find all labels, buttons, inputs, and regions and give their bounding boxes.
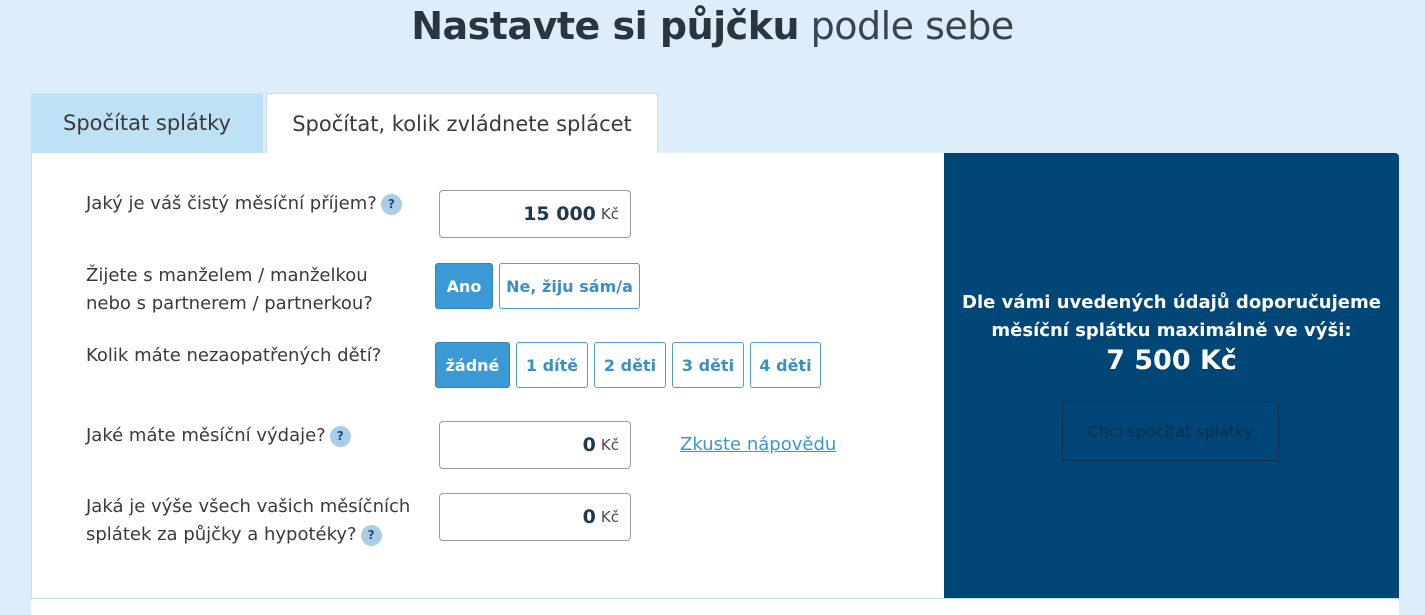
help-icon[interactable]: ? <box>380 193 402 215</box>
help-link[interactable]: Zkuste nápovědu <box>680 434 836 455</box>
income-label: Jaký je váš čistý měsíční příjem?? <box>86 190 402 218</box>
result-panel: Dle vámi uvedených údajů doporučujeme mě… <box>944 153 1399 598</box>
partner-label: Žijete s manželem / manželkou nebo s par… <box>86 262 373 318</box>
result-text: Dle vámi uvedených údajů doporučujeme mě… <box>944 289 1399 345</box>
help-icon[interactable]: ? <box>329 425 351 447</box>
partner-label-line1: Žijete s manželem / manželkou <box>86 265 368 286</box>
income-value: 15 000 <box>523 203 596 225</box>
partner-yes-button[interactable]: Ano <box>435 263 493 309</box>
calculate-installments-button[interactable]: Chci spočítat splátky <box>1062 401 1279 461</box>
expenses-label-text: Jaké máte měsíční výdaje? <box>86 425 326 446</box>
income-input[interactable]: 15 000 Kč <box>439 190 631 238</box>
tab-spocitat-kolik-zvladnete[interactable]: Spočítat, kolik zvládnete splácet <box>266 93 658 154</box>
page-title-strong: Nastavte si půjčku <box>411 4 800 48</box>
help-icon[interactable]: ? <box>360 524 382 546</box>
expenses-input[interactable]: 0 Kč <box>439 421 631 469</box>
installments-label-line1: Jaká je výše všech vašich měsíčních <box>86 496 411 517</box>
page-title: Nastavte si půjčku podle sebe <box>0 4 1425 48</box>
installments-value: 0 <box>582 506 596 528</box>
installments-label-line2-wrap: splátek za půjčky a hypotéky?? <box>86 521 410 549</box>
expenses-value: 0 <box>582 434 596 456</box>
bottom-strip <box>31 598 1399 615</box>
partner-no-button[interactable]: Ne, žiju sám/a <box>499 263 640 309</box>
expenses-label: Jaké máte měsíční výdaje?? <box>86 422 351 450</box>
installments-input[interactable]: 0 Kč <box>439 493 631 541</box>
expenses-unit: Kč <box>600 436 619 454</box>
partner-label-line2: nebo s partnerem / partnerkou? <box>86 293 373 314</box>
children-option-1[interactable]: 1 dítě <box>516 342 588 388</box>
page-title-light: podle sebe <box>810 4 1015 48</box>
income-label-text: Jaký je váš čistý měsíční příjem? <box>86 193 377 214</box>
installments-label-line2: splátek za půjčky a hypotéky? <box>86 524 357 545</box>
children-option-3[interactable]: 3 děti <box>672 342 744 388</box>
children-option-2[interactable]: 2 děti <box>594 342 666 388</box>
result-amount: 7 500 Kč <box>1106 345 1237 376</box>
result-text-line2: měsíční splátku maximálně ve výši: <box>991 320 1352 341</box>
result-text-line1: Dle vámi uvedených údajů doporučujeme <box>962 292 1381 313</box>
installments-unit: Kč <box>600 508 619 526</box>
children-label: Kolik máte nezaopatřených dětí? <box>86 345 382 366</box>
children-option-4[interactable]: 4 děti <box>750 342 821 388</box>
children-option-none[interactable]: žádné <box>435 342 510 388</box>
income-unit: Kč <box>600 205 619 223</box>
tab-spocitat-splatky[interactable]: Spočítat splátky <box>31 93 263 153</box>
installments-label: Jaká je výše všech vašich měsíčních splá… <box>86 493 410 549</box>
